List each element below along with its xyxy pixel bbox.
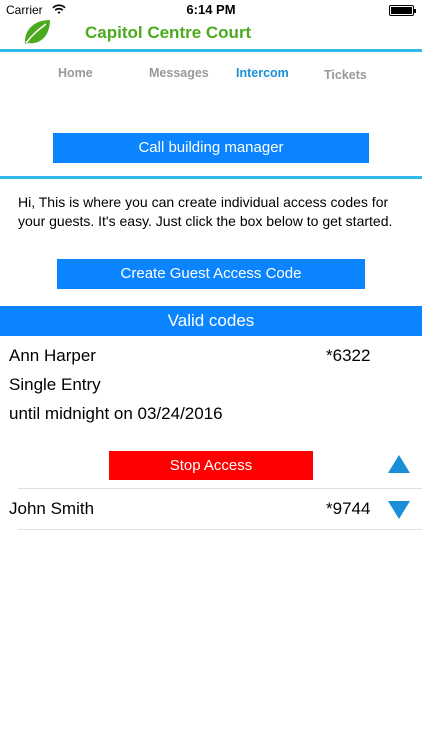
guest-name: John Smith — [9, 499, 95, 518]
create-guest-access-code-button[interactable]: Create Guest Access Code — [57, 259, 365, 289]
row-divider — [18, 529, 422, 530]
valid-codes-header: Valid codes — [0, 306, 422, 336]
call-building-manager-button[interactable]: Call building manager — [53, 133, 369, 163]
arrow-down-icon[interactable] — [388, 501, 410, 519]
guest-name: Ann Harper — [9, 346, 96, 365]
tab-intercom[interactable]: Intercom — [236, 66, 289, 80]
guest-code: *9744 — [326, 499, 371, 518]
leaf-icon — [24, 20, 50, 44]
intro-text: Hi, This is where you can create individ… — [18, 194, 393, 229]
row-divider — [18, 488, 422, 489]
nav-tabs: Home Messages Intercom Tickets — [0, 62, 422, 86]
code-validity: until midnight on 03/24/2016 — [9, 404, 223, 423]
guest-code: *6322 — [326, 346, 371, 365]
stop-access-button[interactable]: Stop Access — [109, 451, 313, 480]
app-title: Capitol Centre Court — [85, 23, 252, 42]
entry-type: Single Entry — [9, 375, 101, 394]
battery-icon — [389, 5, 416, 16]
tab-tickets[interactable]: Tickets — [324, 68, 367, 82]
section-divider — [0, 176, 422, 179]
tab-home[interactable]: Home — [58, 66, 93, 80]
status-time: 6:14 PM — [186, 2, 236, 17]
arrow-up-icon[interactable] — [388, 455, 410, 473]
app-header: Capitol Centre Court — [0, 20, 422, 50]
header-divider — [0, 49, 422, 52]
status-bar: Carrier 6:14 PM — [0, 0, 422, 20]
tab-messages[interactable]: Messages — [149, 66, 209, 80]
